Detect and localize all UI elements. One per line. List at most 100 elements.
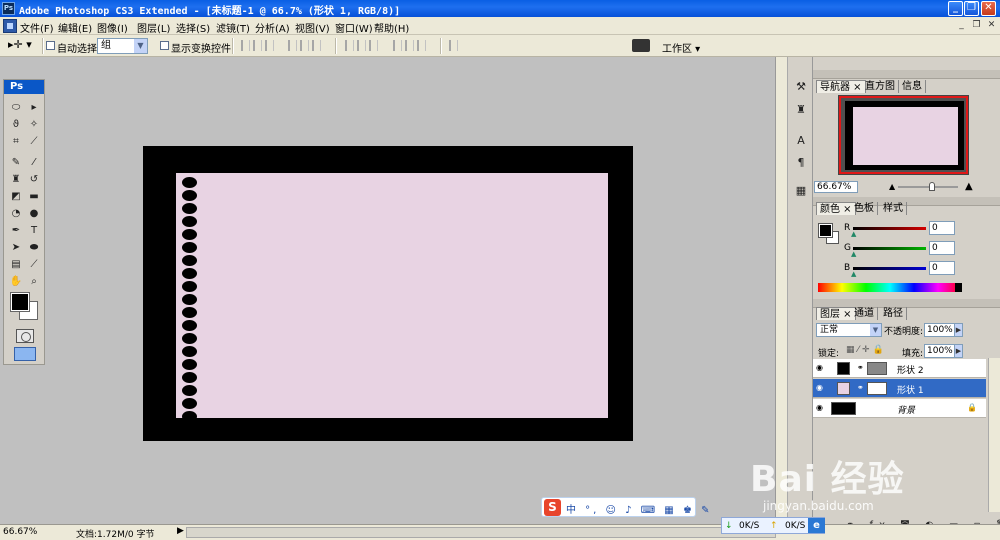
align-buttons-group[interactable] [241, 40, 274, 52]
workspace-icon[interactable] [632, 39, 650, 52]
channel-value-b[interactable]: 0 [929, 261, 955, 275]
zoom-tool-icon[interactable]: ⌕ [26, 274, 42, 289]
navigator-view-box[interactable] [839, 96, 968, 174]
vector-mask-thumbnail[interactable] [867, 382, 887, 395]
canvas-area[interactable] [0, 57, 786, 524]
auto-align-button[interactable] [449, 40, 458, 52]
channel-value-r[interactable]: 0 [929, 221, 955, 235]
tab-swatches[interactable]: 色板 [851, 202, 878, 215]
tab-styles[interactable]: 样式 [880, 202, 907, 215]
status-menu-arrow-icon[interactable]: ▶ [177, 526, 184, 536]
channel-value-g[interactable]: 0 [929, 241, 955, 255]
color-spectrum-bar[interactable] [818, 283, 962, 292]
tab-color[interactable]: 颜色 × [816, 202, 856, 215]
navigator-preview[interactable] [838, 95, 969, 175]
tab-paths[interactable]: 路径 [880, 307, 907, 320]
menu-edit[interactable]: 编辑(E) [58, 20, 92, 35]
move-tool-icon[interactable]: ▸ [26, 100, 42, 115]
tab-info[interactable]: 信息 [899, 80, 926, 93]
navigator-panel-header[interactable] [813, 70, 1000, 79]
brush-tool-icon[interactable]: ⁄ [26, 155, 42, 170]
navigator-zoom-field[interactable]: 66.67% [814, 181, 858, 193]
layer-row[interactable]: ◉ ⚭ 形状 1 [813, 379, 986, 398]
menu-window[interactable]: 窗口(W) [335, 20, 373, 35]
channel-slider-thumb[interactable]: ▲ [851, 270, 856, 278]
notes-tool-icon[interactable]: ▤ [8, 257, 24, 272]
color-foreground-swatch[interactable] [818, 223, 833, 238]
screen-mode-button[interactable] [14, 347, 36, 361]
layer-row[interactable]: ◉ 背景 🔒 [813, 399, 986, 418]
tab-layers[interactable]: 图层 × [816, 307, 856, 320]
channel-slider-b[interactable] [853, 267, 926, 270]
link-icon[interactable]: ⚭ [857, 363, 864, 372]
character-dock-icon[interactable]: A [793, 133, 809, 149]
fill-slider-button[interactable]: ▶ [954, 344, 963, 358]
history-brush-tool-icon[interactable]: ↺ [26, 172, 42, 187]
shape-tool-icon[interactable]: ⬬ [26, 240, 42, 255]
menu-help[interactable]: 帮助(H) [374, 20, 409, 35]
zoom-slider-thumb[interactable] [929, 182, 935, 191]
quick-mask-button[interactable] [16, 329, 34, 343]
blur-tool-icon[interactable]: ◔ [8, 206, 24, 221]
tab-navigator[interactable]: 导航器 × [816, 80, 866, 93]
zoom-out-icon[interactable]: ▲ [889, 182, 895, 191]
eraser-tool-icon[interactable]: ◩ [8, 189, 24, 204]
menu-file[interactable]: 文件(F) [20, 20, 54, 35]
distribute-buttons-group-2[interactable] [393, 40, 426, 52]
channel-slider-g[interactable] [853, 247, 926, 250]
menu-image[interactable]: 图像(I) [97, 20, 128, 35]
clone-stamp-tool-icon[interactable]: ♜ [8, 172, 24, 187]
tab-channels[interactable]: 通道 [851, 307, 878, 320]
workspace-menu[interactable]: 工作区 ▾ [662, 40, 700, 55]
notebook-paper-shape[interactable] [176, 173, 608, 422]
foreground-color-swatch[interactable] [10, 292, 30, 312]
clone-source-dock-icon[interactable]: ♜ [793, 102, 809, 118]
doc-close-button[interactable]: ✕ [985, 19, 998, 32]
menu-view[interactable]: 视图(V) [295, 20, 330, 35]
channel-slider-thumb[interactable]: ▲ [851, 250, 856, 258]
gradient-tool-icon[interactable]: ▬ [26, 189, 42, 204]
show-transform-checkbox[interactable] [160, 41, 169, 50]
minimize-button[interactable]: _ [948, 1, 963, 16]
channel-slider-thumb[interactable]: ▲ [851, 230, 856, 238]
ime-buttons[interactable]: 中 °, ☺ ♪ ⌨ ▦ ♚ ✎ [566, 501, 712, 516]
distribute-buttons-group[interactable] [345, 40, 378, 52]
slice-tool-icon[interactable]: ⟋ [26, 134, 42, 149]
magic-wand-tool-icon[interactable]: ✧ [26, 117, 42, 132]
visibility-eye-icon[interactable]: ◉ [816, 404, 826, 412]
align-buttons-group-2[interactable] [288, 40, 321, 52]
marquee-tool-icon[interactable]: ⬭ [8, 100, 24, 115]
horizontal-scrollbar[interactable] [186, 527, 776, 538]
type-tool-icon[interactable]: T [26, 223, 42, 238]
document-icon[interactable] [3, 19, 17, 33]
visibility-eye-icon[interactable]: ◉ [816, 384, 826, 392]
document-canvas[interactable] [143, 146, 633, 441]
healing-brush-tool-icon[interactable]: ✎ [8, 155, 24, 170]
close-button[interactable]: ✕ [981, 1, 996, 16]
layer-row[interactable]: ◉ ⚭ 形状 2 [813, 359, 986, 378]
lasso-tool-icon[interactable]: ϑ [8, 117, 24, 132]
pen-tool-icon[interactable]: ✒ [8, 223, 24, 238]
navigator-zoom-slider[interactable] [898, 186, 958, 188]
restore-button[interactable]: ❐ [964, 1, 979, 16]
doc-minimize-button[interactable]: _ [955, 19, 968, 32]
crop-tool-icon[interactable]: ⌗ [8, 134, 24, 149]
move-tool-icon[interactable]: ▸✛ ▾ [8, 38, 36, 54]
link-icon[interactable]: ⚭ [857, 383, 864, 392]
opacity-slider-button[interactable]: ▶ [954, 323, 963, 337]
visibility-eye-icon[interactable]: ◉ [816, 364, 826, 372]
tab-histogram[interactable]: 直方图 [862, 80, 899, 93]
auto-select-checkbox[interactable] [46, 41, 55, 50]
menu-filter[interactable]: 滤镜(T) [216, 20, 250, 35]
sogou-ime-icon[interactable]: S [544, 499, 561, 516]
lock-icons[interactable]: ▦⁄✛🔒 [846, 345, 887, 355]
path-selection-tool-icon[interactable]: ➤ [8, 240, 24, 255]
hand-tool-icon[interactable]: ✋ [8, 274, 24, 289]
menu-analysis[interactable]: 分析(A) [255, 20, 290, 35]
ime-toolbar[interactable]: S 中 °, ☺ ♪ ⌨ ▦ ♚ ✎ [541, 497, 709, 517]
browser-icon[interactable]: e [808, 518, 825, 533]
menu-layer[interactable]: 图层(L) [137, 20, 170, 35]
paragraph-dock-icon[interactable]: ¶ [793, 155, 809, 171]
channel-slider-r[interactable] [853, 227, 926, 230]
vector-mask-thumbnail[interactable] [867, 362, 887, 375]
